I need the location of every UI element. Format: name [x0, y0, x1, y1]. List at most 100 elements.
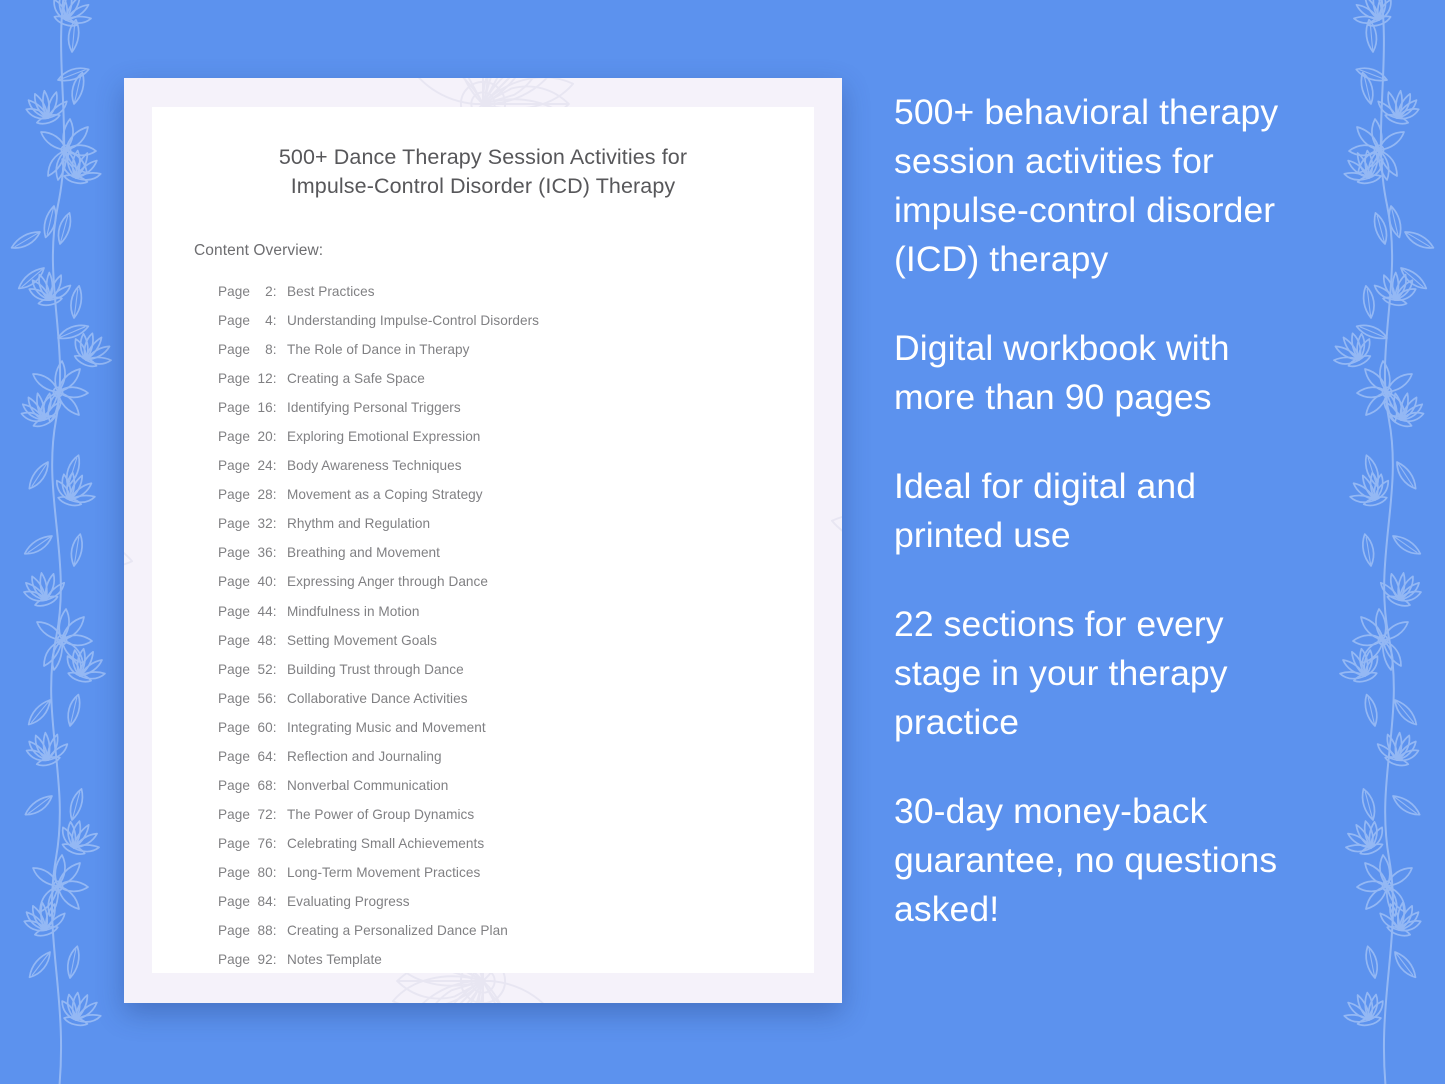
table-of-contents-list: Page 2: Best Practices Page 4: Understandin… [194, 277, 772, 974]
toc-colon: : [272, 661, 277, 677]
toc-page-word: Page [218, 400, 250, 416]
toc-page-label: Page 8: [218, 335, 278, 364]
toc-page-label: Page 68: [218, 771, 278, 800]
toc-row: Page 84: Evaluating Progress [218, 887, 772, 916]
toc-page-word: Page [218, 458, 250, 474]
toc-page-number: 2 [265, 284, 273, 299]
toc-row: Page 80: Long-Term Movement Practices [218, 858, 772, 887]
toc-colon: : [272, 603, 277, 619]
toc-page-word: Page [218, 777, 250, 793]
poster-canvas: 500+ Dance Therapy Session Activities fo… [0, 0, 1445, 1084]
toc-page-word: Page [218, 632, 250, 648]
toc-page-label: Page 88: [218, 916, 278, 945]
toc-page-label: Page 52: [218, 655, 278, 684]
toc-page-number: 24 [257, 458, 273, 474]
toc-page-label: Page 20: [218, 422, 278, 451]
toc-page-number: 72 [257, 806, 273, 822]
toc-page-word: Page [218, 661, 250, 677]
toc-colon: : [272, 342, 277, 358]
marketing-copy-panel: 500+ behavioral therapy session activiti… [894, 88, 1314, 934]
marketing-block: Ideal for digital and printed use [894, 466, 1197, 555]
toc-page-number: 64 [257, 748, 273, 764]
toc-page-label: Page 56: [218, 684, 278, 713]
toc-page-number: 28 [257, 487, 273, 503]
floral-vine-border-right-icon [1326, 0, 1435, 1084]
toc-page-label: Page 36: [218, 538, 278, 567]
toc-section-title: The Role of Dance in Therapy [287, 342, 470, 358]
toc-page-number: 76 [257, 835, 273, 851]
toc-section-title: Creating a Safe Space [287, 371, 425, 387]
toc-colon: : [272, 284, 277, 299]
toc-row: Page 48: Setting Movement Goals [218, 626, 772, 655]
toc-section-title: Best Practices [287, 284, 375, 299]
toc-page-number: 20 [257, 429, 273, 445]
marketing-block: Digital workbook with more than 90 pages [894, 328, 1230, 417]
toc-section-title: Collaborative Dance Activities [287, 690, 468, 706]
toc-page-number: 80 [257, 864, 273, 880]
toc-page-word: Page [218, 864, 250, 880]
toc-page-word: Page [218, 719, 250, 735]
toc-page-number: 4 [265, 313, 273, 329]
toc-row: Page 88: Creating a Personalized Dance Pl… [218, 916, 772, 945]
toc-colon: : [272, 923, 277, 939]
toc-page-number: 32 [257, 516, 273, 532]
toc-row: Page 92: Notes Template [218, 945, 772, 974]
toc-page-number: 56 [257, 690, 273, 706]
toc-page-label: Page 72: [218, 800, 278, 829]
toc-page-label: Page 28: [218, 480, 278, 509]
toc-page-word: Page [218, 342, 250, 358]
toc-section-title: Mindfulness in Motion [287, 603, 420, 619]
toc-page-label: Page 48: [218, 626, 278, 655]
toc-page-label: Page 80: [218, 858, 278, 887]
toc-section-title: Notes Template [287, 952, 382, 968]
toc-section-title: The Power of Group Dynamics [287, 806, 475, 822]
toc-page-number: 12 [257, 371, 273, 387]
toc-page-label: Page 12: [218, 364, 278, 393]
toc-page-word: Page [218, 835, 250, 851]
toc-page-word: Page [218, 487, 250, 503]
toc-section-title: Identifying Personal Triggers [287, 400, 461, 416]
marketing-block: 500+ behavioral therapy session activiti… [894, 92, 1279, 279]
toc-page-number: 40 [257, 574, 273, 590]
toc-row: Page 40: Expressing Anger through Dance [218, 567, 772, 596]
toc-colon: : [272, 835, 277, 851]
marketing-block: 22 sections for every stage in your ther… [894, 604, 1228, 742]
toc-row: Page 60: Integrating Music and Movement [218, 713, 772, 742]
toc-row: Page 68: Nonverbal Communication [218, 771, 772, 800]
toc-colon: : [272, 487, 277, 503]
toc-colon: : [272, 777, 277, 793]
toc-row: Page 12: Creating a Safe Space [218, 364, 772, 393]
toc-page-number: 44 [257, 603, 273, 619]
toc-row: Page 32: Rhythm and Regulation [218, 509, 772, 538]
toc-colon: : [272, 864, 277, 880]
toc-page-label: Page 4: [218, 306, 278, 335]
toc-page-word: Page [218, 923, 250, 939]
toc-page-number: 88 [257, 923, 273, 939]
toc-page-word: Page [218, 545, 250, 561]
toc-page-label: Page 16: [218, 393, 278, 422]
page-title: 500+ Dance Therapy Session Activities fo… [194, 143, 772, 201]
toc-page-number: 92 [257, 952, 273, 968]
toc-row: Page 28: Movement as a Coping Strategy [218, 480, 772, 509]
marketing-block: 30-day money-back guarantee, no question… [894, 791, 1278, 929]
content-overview-label: Content Overview: [194, 242, 324, 259]
toc-colon: : [272, 719, 277, 735]
toc-page-label: Page 60: [218, 713, 278, 742]
floral-vine-border-left-icon [10, 0, 119, 1084]
toc-page-number: 84 [257, 893, 273, 909]
toc-page-word: Page [218, 429, 250, 445]
toc-section-title: Evaluating Progress [287, 893, 410, 909]
toc-page-number: 36 [257, 545, 273, 561]
product-preview-card: 500+ Dance Therapy Session Activities fo… [124, 78, 842, 1003]
toc-section-title: Building Trust through Dance [287, 661, 464, 677]
toc-colon: : [272, 313, 277, 329]
toc-page-label: Page 64: [218, 742, 278, 771]
toc-colon: : [272, 400, 277, 416]
toc-page-word: Page [218, 690, 250, 706]
toc-page-word: Page [218, 516, 250, 532]
toc-page-number: 16 [257, 400, 273, 416]
toc-section-title: Nonverbal Communication [287, 777, 449, 793]
toc-colon: : [272, 371, 277, 387]
toc-row: Page 8: The Role of Dance in Therapy [218, 335, 772, 364]
toc-page-word: Page [218, 371, 250, 387]
